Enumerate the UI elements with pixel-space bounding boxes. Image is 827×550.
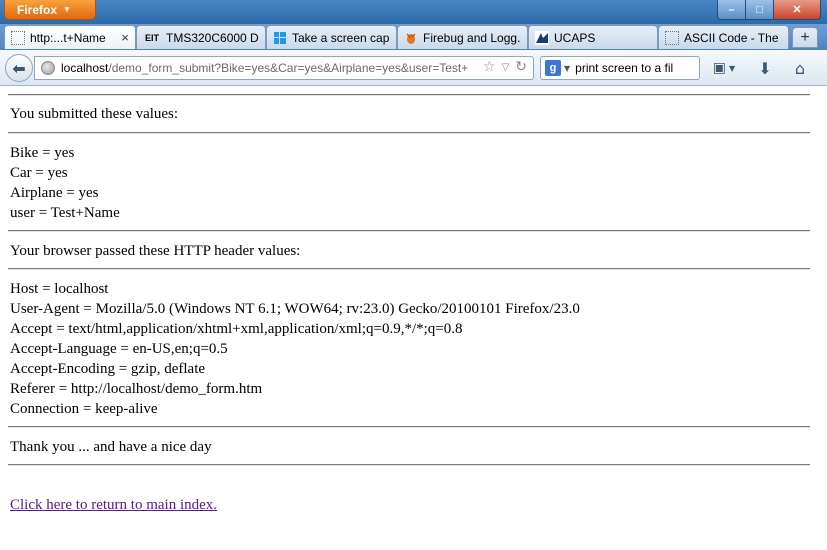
reload-icon[interactable]: ↻ (515, 59, 527, 77)
submitted-value-car: Car = yes (10, 165, 68, 181)
new-tab-button[interactable]: + (792, 27, 818, 48)
header-host: Host = localhost (10, 281, 109, 297)
tab-strip: http:...t+Name × EIT TMS320C6000 DS... T… (0, 24, 827, 50)
globe-icon (41, 61, 55, 75)
minimize-button[interactable]: – (717, 0, 746, 20)
url-path: /demo_form_submit?Bike=yes&Car=yes&Airpl… (108, 61, 469, 75)
url-text[interactable]: localhost/demo_form_submit?Bike=yes&Car=… (61, 61, 483, 75)
blank-page-icon (11, 30, 25, 45)
address-bar[interactable]: localhost/demo_form_submit?Bike=yes&Car=… (34, 56, 534, 80)
close-window-button[interactable]: ✕ (773, 0, 821, 20)
header-accept-encoding: Accept-Encoding = gzip, deflate (10, 361, 206, 377)
search-engine-dropdown-icon[interactable]: ▼ (564, 64, 570, 73)
tab-screen-capture[interactable]: Take a screen cap... (266, 25, 397, 49)
close-tab-icon[interactable]: × (121, 30, 129, 45)
divider (8, 94, 810, 96)
navigation-bar: ⬅ localhost/demo_form_submit?Bike=yes&Ca… (0, 50, 827, 86)
divider (8, 132, 810, 134)
divider (8, 426, 810, 428)
search-bar[interactable]: g ▼ print screen to a fil (540, 56, 700, 80)
download-arrow-icon: ⬇ (758, 58, 772, 78)
divider (8, 464, 810, 466)
home-icon: ⌂ (794, 58, 806, 78)
chevron-down-icon: ▼ (729, 63, 736, 73)
tab-label: ASCII Code - The ... (684, 30, 782, 45)
back-button[interactable]: ⬅ (5, 54, 33, 82)
tab-label: Take a screen cap... (292, 30, 390, 45)
firefox-menu-button[interactable]: Firefox ▼ (4, 0, 96, 20)
title-bar: Firefox ▼ – □ ✕ (0, 0, 827, 24)
headers-heading: Your browser passed these HTTP header va… (10, 243, 301, 259)
home-button[interactable]: ⌂ (787, 56, 813, 80)
submitted-heading: You submitted these values: (10, 106, 179, 122)
thanks-message: Thank you ... and have a nice day (10, 439, 212, 455)
header-accept: Accept = text/html,application/xhtml+xml… (10, 321, 463, 337)
downloads-button[interactable]: ⬇ (752, 56, 778, 80)
maximize-button[interactable]: □ (745, 0, 774, 20)
history-dropdown-icon[interactable]: ▽ (502, 59, 510, 77)
back-arrow-icon: ⬅ (12, 58, 26, 78)
eit-icon: EIT (144, 32, 159, 43)
firebug-icon (404, 31, 418, 45)
bookmarks-button[interactable]: ▣ ▼ (705, 56, 743, 80)
url-host: localhost (61, 61, 109, 75)
submitted-value-user: user = Test+Name (10, 205, 120, 221)
header-connection: Connection = keep-alive (10, 401, 158, 417)
tab-firebug[interactable]: Firebug and Logg... (397, 25, 528, 49)
submitted-value-bike: Bike = yes (10, 145, 75, 161)
windows-icon (273, 31, 287, 45)
divider (8, 230, 810, 232)
header-user-agent: User-Agent = Mozilla/5.0 (Windows NT 6.1… (10, 301, 580, 317)
tab-tms320[interactable]: EIT TMS320C6000 DS... (136, 25, 266, 49)
chevron-down-icon: ▼ (63, 5, 71, 14)
tab-label: TMS320C6000 DS... (166, 30, 259, 45)
blank-page-icon (665, 30, 679, 45)
tab-ascii-code[interactable]: ASCII Code - The ... (658, 25, 789, 49)
divider (8, 268, 810, 270)
bookmarks-icon: ▣ (712, 60, 727, 76)
bookmark-star-icon[interactable]: ☆ (483, 59, 496, 77)
header-accept-language: Accept-Language = en-US,en;q=0.5 (10, 341, 228, 357)
address-bar-icons: ☆ ▽ ↻ (483, 59, 533, 77)
firefox-menu-label: Firefox (17, 2, 58, 17)
search-input[interactable]: print screen to a fil (575, 61, 673, 75)
page-content: You submitted these values: Bike = yes C… (0, 86, 827, 550)
google-icon[interactable]: g (545, 60, 561, 76)
tab-label: http:...t+Name (30, 30, 106, 45)
return-to-index-link[interactable]: Click here to return to main index. (10, 495, 217, 515)
header-referer: Referer = http://localhost/demo_form.htm (10, 381, 263, 397)
lowell-icon (535, 30, 549, 45)
tab-form-result[interactable]: http:...t+Name × (4, 25, 136, 49)
tab-label: Firebug and Logg... (423, 30, 521, 45)
tab-label: UCAPS (554, 30, 596, 45)
tab-ucaps[interactable]: UCAPS (528, 25, 658, 49)
submitted-value-airplane: Airplane = yes (10, 185, 99, 201)
